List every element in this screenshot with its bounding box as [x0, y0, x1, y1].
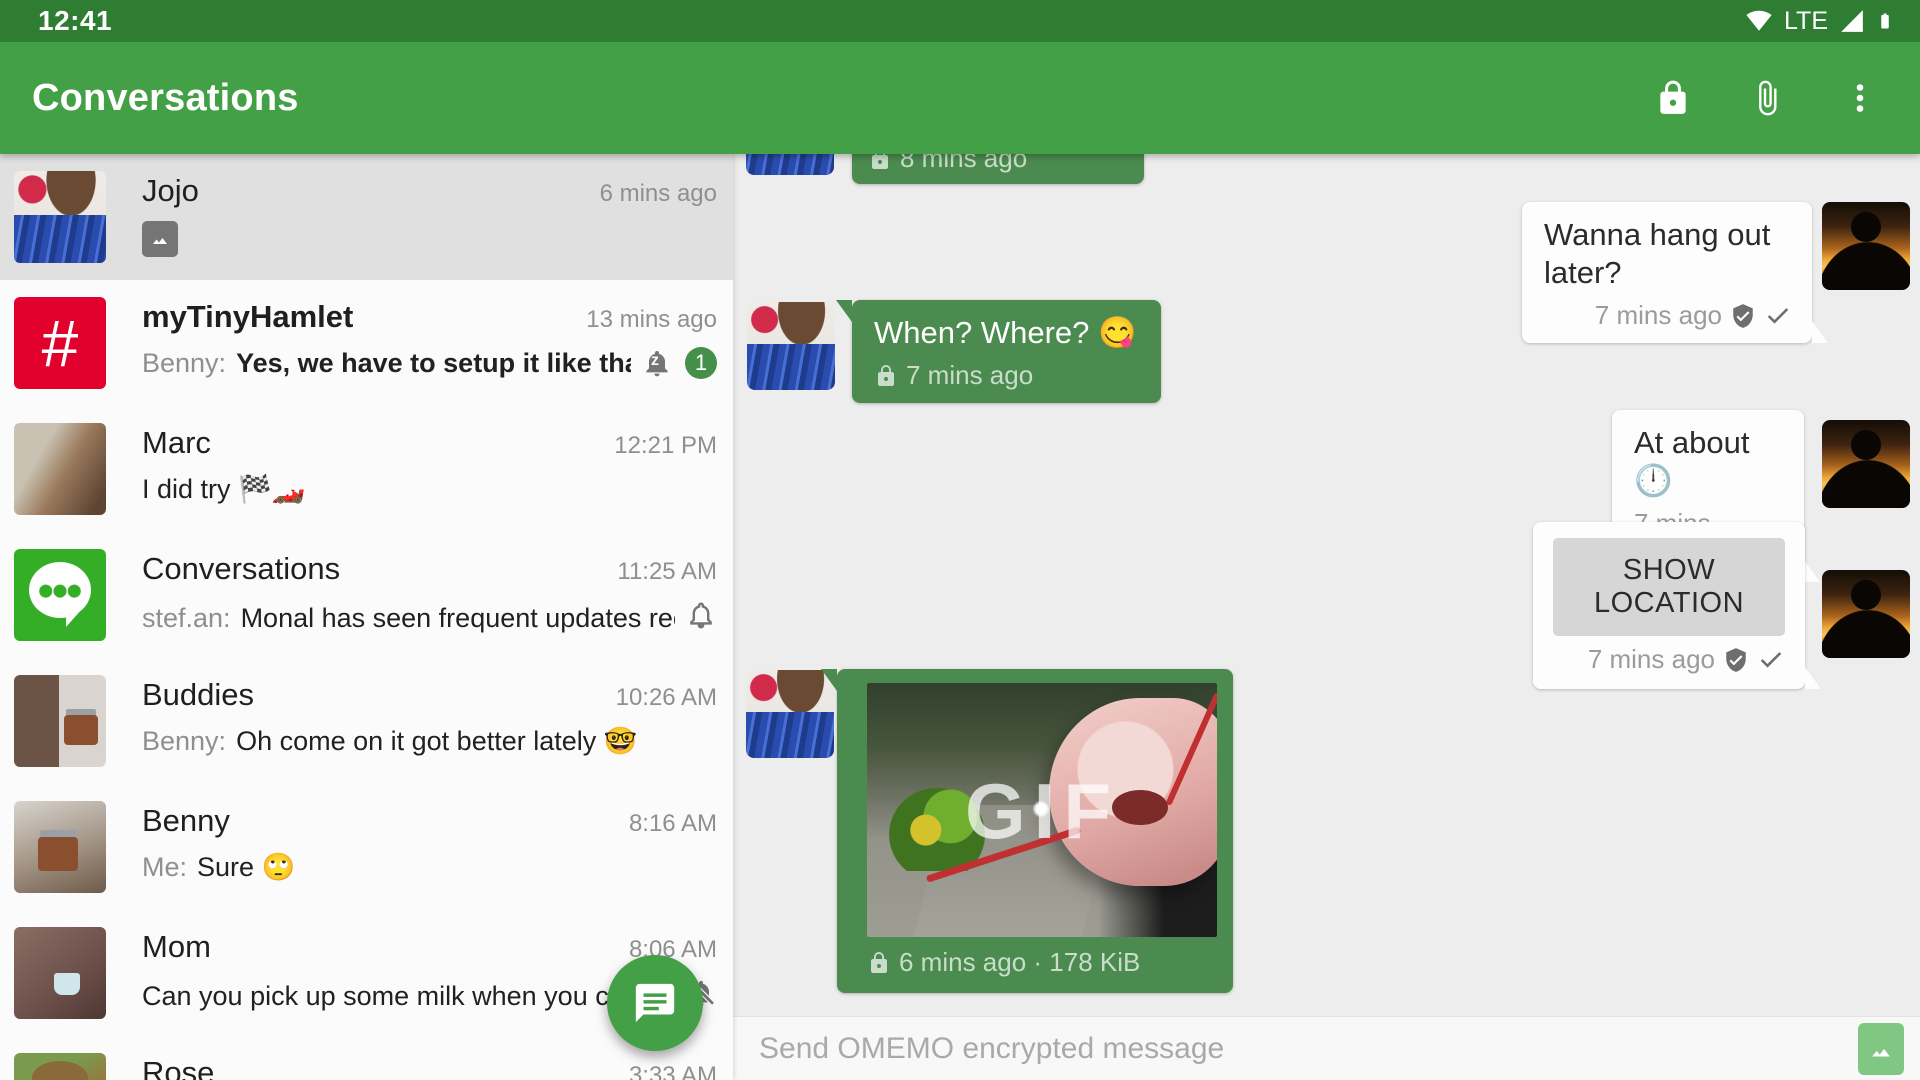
contact-name: Conversations: [142, 551, 341, 586]
network-type-label: LTE: [1784, 6, 1828, 35]
message-text: Wanna hang out later?: [1544, 217, 1771, 290]
last-message: Oh come on it got better lately 🤓: [236, 726, 638, 756]
avatar-jojo-chat: [746, 154, 834, 175]
contact-name: Rose: [142, 1055, 215, 1080]
status-bar: 12:41 LTE: [0, 0, 1920, 42]
timestamp: 3:33 AM: [628, 1062, 717, 1080]
app-toolbar: Conversations: [0, 42, 1920, 154]
message-time: 6 mins ago · 178 KiB: [899, 947, 1141, 977]
last-sender: Benny:: [142, 347, 227, 378]
contact-name: Mom: [142, 929, 211, 964]
contact-name: Jojo: [142, 173, 199, 208]
show-location-button[interactable]: SHOW LOCATION: [1553, 538, 1785, 636]
message-bubble-received[interactable]: When? Where? 😋 7 mins ago: [836, 300, 1161, 403]
encryption-lock-button[interactable]: [1642, 67, 1704, 129]
last-sender: Benny:: [142, 725, 227, 756]
image-attachment-icon: [142, 221, 178, 257]
avatar-conversations-logo: [14, 549, 106, 641]
status-time: 12:41: [38, 5, 113, 36]
avatar-jojo: [14, 171, 106, 263]
unread-count-badge: 1: [685, 347, 717, 379]
message-time: 7 mins ago: [1594, 300, 1722, 330]
timestamp: 13 mins ago: [586, 306, 717, 333]
message-bubble-sent-location[interactable]: SHOW LOCATION 7 mins ago: [1533, 522, 1821, 689]
contact-name: myTinyHamlet: [142, 299, 354, 334]
timestamp: 8:16 AM: [628, 810, 717, 837]
hash-glyph: #: [41, 306, 79, 380]
notifications-snoozed-icon: z: [641, 347, 673, 379]
delivered-check-icon: [1760, 651, 1782, 668]
last-message: I did try 🏁🏎️: [142, 474, 306, 504]
delivered-check-icon: [1767, 307, 1789, 324]
timestamp: 10:26 AM: [615, 684, 717, 711]
avatar-mom: [14, 927, 106, 1019]
bubble-tail: [821, 669, 837, 691]
app-screen: 12:41 LTE Conversations Jojo 6 mins ago …: [0, 0, 1920, 1080]
conversation-row-marc[interactable]: Marc 12:21 PM I did try 🏁🏎️: [0, 406, 733, 532]
message-input[interactable]: [757, 1030, 1842, 1067]
last-sender: stef.an:: [142, 603, 231, 633]
timestamp: 12:21 PM: [614, 432, 717, 459]
bubble-tail: [1804, 560, 1820, 582]
message-bubble-received-partial[interactable]: 8 mins ago: [852, 154, 1144, 184]
battery-icon: [1876, 6, 1894, 36]
last-message: Monal has seen frequent updates rece…: [240, 603, 675, 633]
message-meta: 8 mins ago: [868, 154, 1027, 174]
trusted-shield-icon: [1726, 647, 1746, 672]
avatar-rose: [14, 1053, 106, 1080]
conversation-row-conversations[interactable]: Conversations 11:25 AM stef.an: Monal ha…: [0, 532, 733, 658]
gif-preview-image[interactable]: GIF: [867, 683, 1217, 937]
bubble-tail: [836, 300, 852, 322]
encrypted-lock-icon: [871, 951, 887, 973]
message-input-bar: [733, 1016, 1920, 1080]
conversation-row-mytinyhamlet[interactable]: # myTinyHamlet 13 mins ago Benny: Yes, w…: [0, 280, 733, 406]
conversation-row-jojo[interactable]: Jojo 6 mins ago: [0, 154, 733, 280]
message-bubble-sent[interactable]: Wanna hang out later? 7 mins ago: [1522, 202, 1828, 343]
message-text: At about 🕛: [1634, 425, 1750, 498]
timestamp: 6 mins ago: [599, 180, 717, 207]
avatar-jojo-chat: [747, 302, 835, 390]
avatar-mytinyhamlet: #: [14, 297, 106, 389]
chat-panel: 8 mins ago Wanna hang out later? 7 mins …: [733, 154, 1920, 1080]
gif-badge: GIF: [965, 767, 1119, 855]
message-bubble-received-gif[interactable]: GIF 6 mins ago · 178 KiB: [821, 669, 1233, 993]
bubble-tail: [1812, 321, 1828, 343]
conversation-row-benny[interactable]: Benny 8:16 AM Me: Sure 🙄: [0, 784, 733, 910]
conversation-row-buddies[interactable]: Buddies 10:26 AM Benny: Oh come on it go…: [0, 658, 733, 784]
attach-button[interactable]: [1736, 67, 1798, 129]
contact-name: Buddies: [142, 677, 255, 712]
page-title: Conversations: [32, 76, 299, 119]
contact-name: Marc: [142, 425, 211, 460]
notifications-bell-icon: [685, 599, 717, 638]
new-conversation-fab[interactable]: [607, 955, 703, 1051]
chat-icon: [635, 983, 675, 1023]
last-sender: Me:: [142, 851, 188, 882]
overflow-menu-button[interactable]: [1830, 68, 1890, 128]
avatar-partner: [1822, 420, 1910, 508]
encrypted-lock-icon: [872, 154, 888, 169]
bubble-tail: [1805, 667, 1821, 689]
avatar-partner: [1822, 570, 1910, 658]
quick-share-image-button[interactable]: [1858, 1022, 1904, 1075]
message-time: 8 mins ago: [900, 154, 1028, 173]
message-time: 7 mins ago: [906, 360, 1034, 390]
timestamp: 11:25 AM: [617, 558, 717, 585]
message-text: When? Where? 😋: [874, 315, 1137, 350]
wifi-icon: [1744, 8, 1774, 34]
encrypted-lock-icon: [878, 364, 894, 386]
avatar-marc: [14, 423, 106, 515]
avatar-benny: [14, 801, 106, 893]
avatar-partner: [1822, 202, 1910, 290]
last-message: Can you pick up some milk when you come: [142, 981, 662, 1011]
cell-signal-icon: [1838, 8, 1866, 34]
conversation-list: Jojo 6 mins ago # myTinyHamlet 13 mins a…: [0, 154, 733, 1080]
last-message: Sure 🙄: [197, 852, 296, 882]
last-message: Yes, we have to setup it like that ev…: [236, 347, 631, 378]
trusted-shield-icon: [1733, 303, 1753, 328]
avatar-buddies: [14, 675, 106, 767]
contact-name: Benny: [142, 803, 230, 838]
conversation-row-rose[interactable]: Rose 3:33 AM: [0, 1036, 733, 1080]
message-time: 7 mins ago: [1587, 644, 1715, 674]
